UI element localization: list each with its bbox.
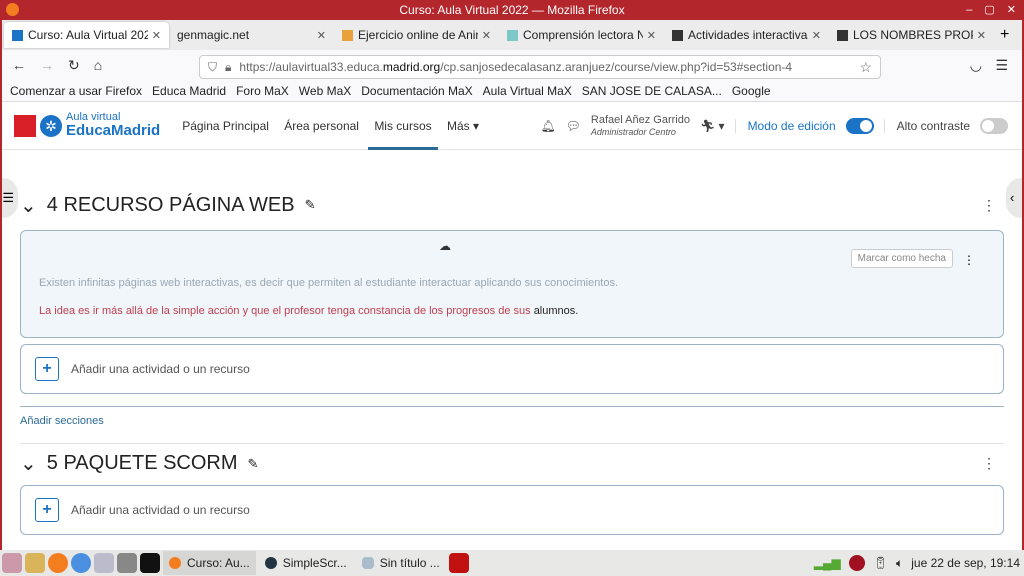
tab-curso[interactable]: Curso: Aula Virtual 2022 ✕: [4, 22, 169, 48]
clock[interactable]: jue 22 de sep, 19:14: [911, 556, 1020, 570]
bookmark-item[interactable]: Comenzar a usar Firefox: [10, 84, 142, 98]
url-bar[interactable]: ⛉ 🔒︎ https://aulavirtual33.educa.madrid.o…: [199, 55, 881, 79]
close-tab-icon[interactable]: ✕: [977, 29, 986, 42]
course-index-button[interactable]: ☰: [2, 178, 18, 218]
tab-ejercicio[interactable]: Ejercicio online de Animales✕: [334, 22, 499, 48]
menu-launcher-icon[interactable]: [2, 553, 22, 573]
bookmark-item[interactable]: SAN JOSE DE CALASA...: [582, 84, 722, 98]
site-icon: [837, 29, 848, 41]
close-tab-icon[interactable]: ✕: [317, 29, 326, 42]
edit-mode-toggle[interactable]: [845, 118, 874, 134]
mark-done-button[interactable]: Marcar como hecha: [850, 249, 953, 268]
firefox-launcher-icon[interactable]: [48, 553, 68, 573]
bookmark-item[interactable]: Google: [732, 84, 771, 98]
moodle-icon: [12, 29, 23, 41]
bookmark-item[interactable]: Foro MaX: [236, 84, 289, 98]
bookmark-item[interactable]: Aula Virtual MaX: [483, 84, 572, 98]
volume-icon[interactable]: 🔈︎: [896, 556, 903, 571]
home-icon[interactable]: ⌂: [94, 57, 102, 73]
site-icon: [507, 29, 518, 41]
section-menu-icon[interactable]: ⋮: [982, 455, 996, 472]
power-icon[interactable]: [448, 553, 469, 573]
educamadrid-logo[interactable]: ✲ Aula virtual EducaMadrid: [14, 112, 160, 139]
bookmark-item[interactable]: Documentación MaX: [361, 84, 472, 98]
files-launcher-icon[interactable]: [94, 553, 114, 573]
high-contrast-toggle[interactable]: [980, 118, 1008, 134]
tab-comprension[interactable]: Comprensión lectora Nº5✕: [499, 22, 664, 48]
chromium-launcher-icon[interactable]: [71, 553, 91, 573]
bookmark-star-icon[interactable]: ☆: [859, 59, 872, 76]
close-tab-icon[interactable]: ✕: [647, 29, 656, 42]
nav-mas[interactable]: Más ▾: [447, 119, 479, 133]
section-title: 5 PAQUETE SCORM: [46, 452, 238, 474]
add-activity-button[interactable]: + Añadir una actividad o un recurso: [20, 485, 1004, 535]
bookmarks-bar: Comenzar a usar Firefox Educa Madrid For…: [2, 80, 1022, 102]
battery-icon[interactable]: 🔋︎: [873, 556, 888, 570]
close-tab-icon[interactable]: ✕: [812, 29, 821, 42]
edit-pencil-icon[interactable]: ✎: [248, 456, 259, 472]
taskbar-item-simplescreenrecorder[interactable]: SimpleScr...: [259, 551, 353, 575]
activity-menu-icon[interactable]: ⋮: [963, 253, 975, 267]
bell-icon[interactable]: 🔔︎: [540, 119, 555, 133]
maximize-button[interactable]: ▢: [984, 0, 994, 20]
site-icon: [342, 29, 353, 41]
close-tab-icon[interactable]: ✕: [482, 29, 491, 42]
collapse-icon[interactable]: ⌄: [20, 451, 37, 476]
edit-pencil-icon[interactable]: ✎: [305, 197, 316, 213]
section-4-header: ⌄ 4 RECURSO PÁGINA WEB ✎ ⋮: [20, 190, 1004, 220]
site-header: ✲ Aula virtual EducaMadrid Página Principa…: [2, 102, 1022, 150]
add-activity-button[interactable]: + Añadir una actividad o un recurso: [20, 344, 1004, 394]
close-tab-icon[interactable]: ✕: [152, 29, 161, 42]
plus-icon: +: [35, 498, 59, 522]
site-icon: [672, 29, 683, 41]
menu-icon[interactable]: ☰: [995, 57, 1008, 74]
editor-launcher-icon[interactable]: [25, 553, 45, 573]
tab-actividades[interactable]: Actividades interactivas ✕: [664, 22, 829, 48]
window-title: Curso: Aula Virtual 2022 — Mozilla Firef…: [399, 3, 625, 17]
nav-area-personal[interactable]: Área personal: [284, 119, 359, 133]
nav-pagina-principal[interactable]: Página Principal: [182, 119, 269, 133]
taskbar-item-sin-titulo[interactable]: Sin título ...: [356, 551, 446, 575]
chat-icon[interactable]: 💬︎: [566, 119, 581, 133]
new-tab-button[interactable]: +: [1000, 26, 1009, 44]
network-icon[interactable]: ▂▄▆: [814, 556, 841, 570]
section-5-header: ⌄ 5 PAQUETE SCORM ✎ ⋮: [20, 443, 1004, 476]
taskbar-item-firefox[interactable]: Curso: Au...: [163, 551, 256, 575]
tab-nombres[interactable]: LOS NOMBRES PROPIOS✕: [829, 22, 994, 48]
tab-bar: Curso: Aula Virtual 2022 ✕ genmagic.net ✕ …: [2, 20, 1022, 50]
forward-icon[interactable]: →: [40, 57, 54, 73]
shield-icon: ⛉: [208, 59, 218, 74]
cloud-icon: ☁: [439, 239, 451, 253]
avatar[interactable]: 🏃︎ ▾: [700, 119, 725, 133]
nav-mis-cursos[interactable]: Mis cursos: [374, 119, 431, 133]
screenshot-launcher-icon[interactable]: [117, 553, 137, 573]
plus-icon: +: [35, 357, 59, 381]
close-button[interactable]: ✕: [1007, 0, 1016, 20]
minimize-button[interactable]: –: [966, 0, 972, 20]
terminal-launcher-icon[interactable]: [140, 553, 160, 573]
bookmark-item[interactable]: Web MaX: [299, 84, 351, 98]
add-sections-link[interactable]: Añadir secciones: [20, 415, 104, 427]
section-title: 4 RECURSO PÁGINA WEB: [46, 193, 295, 216]
lock-icon: 🔒︎: [225, 59, 232, 74]
tab-genmagic[interactable]: genmagic.net ✕: [169, 22, 334, 48]
collapse-icon[interactable]: ⌄: [20, 193, 37, 218]
user-menu[interactable]: Rafael Añez Garrido Administrador Centro: [591, 114, 690, 138]
bookmark-item[interactable]: Educa Madrid: [152, 84, 226, 98]
title-bar: Curso: Aula Virtual 2022 — Mozilla Firef…: [0, 0, 1024, 20]
section-menu-icon[interactable]: ⋮: [982, 197, 996, 214]
reload-icon[interactable]: ↻: [68, 57, 80, 74]
block-drawer-button[interactable]: ‹: [1006, 178, 1022, 218]
pocket-icon[interactable]: ◡: [970, 57, 982, 74]
back-icon[interactable]: ←: [12, 57, 26, 73]
record-icon[interactable]: [848, 555, 865, 571]
page-activity: ☁ Marcar como hecha ⋮ Existen infinitas …: [20, 230, 1004, 338]
taskbar: Curso: Au... SimpleScr... Sin título ...…: [0, 550, 1024, 576]
firefox-icon: [6, 3, 19, 16]
